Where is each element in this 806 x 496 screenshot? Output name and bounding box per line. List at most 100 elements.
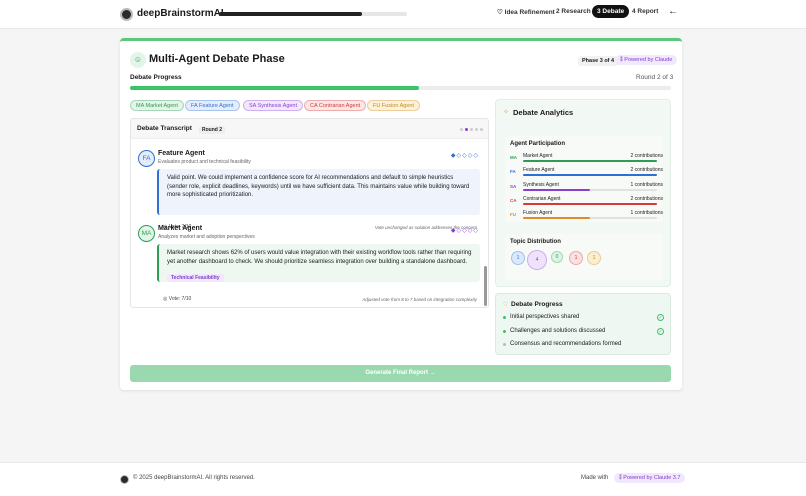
footer-logo-icon [120,475,129,484]
participation-bar-fill [523,188,590,191]
powered-badge: ⁑ Powered by Claude [615,55,678,65]
message-text: Market research shows 62% of users would… [167,250,472,265]
agent-chip-name: Contrarian Agent [318,103,361,109]
progress-item: Consensus and recommendations formed [510,341,622,347]
agent-role: Analyzes market and adoption perspective… [158,234,255,240]
progress-panel: ♡ Debate Progress Initial perspectives s… [495,293,671,355]
agent-chip-name: Fusion Agent [381,103,414,109]
agent-chip[interactable]: CA Contrarian Agent [304,100,367,111]
overall-progress-fill [219,12,362,16]
footer-powered-label: Powered by Claude 3.7 [623,475,681,481]
progress-item: Challenges and solutions discussed [510,327,606,334]
lightbulb-icon: ♡ [503,302,509,308]
topic-tag: Technical Feasibility [167,274,224,283]
topic-bubble: 0 [551,251,563,263]
participation-count: 2 contributions [630,195,663,202]
top-bar: deepBrainstormAI ♡ Idea Refinement 2 Res… [0,0,806,29]
debate-progress-label: Debate Progress [130,74,182,81]
participation-name: Synthesis Agent [523,181,559,188]
rating-stars: ◆◇◇◇◇ [450,153,479,159]
participation-row: MA Market Agent 2 contributions [505,153,663,167]
transcript-round: Round 2 [199,126,225,134]
made-with-label: Made with [581,475,609,481]
users-icon: ☺ [130,52,146,68]
round-dot[interactable] [480,128,483,131]
agent-name: Market Agent [158,225,203,232]
topic-bubble: 1 [511,251,525,265]
check-icon: ✓ [657,327,664,335]
footer-powered-badge: ⁑ Powered by Claude 3.7 [614,473,686,483]
agent-chip-name: Synthesis Agent [257,103,298,109]
lightbulb-icon: ♡ [497,9,503,16]
generate-report-label: Generate Final Report [365,370,428,376]
message-text: Valid point. We could implement a confid… [167,175,470,199]
agent-chip[interactable]: MA Market Agent [130,100,184,111]
vote-label: Vote: 7/10 [168,296,192,302]
nav-debate[interactable]: 3 Debate [592,5,630,18]
participation-count: 1 contributions [630,181,663,188]
status-dot [503,343,506,346]
participation-bar-fill [523,160,657,162]
sparkle-icon: ⁑ [619,475,622,481]
round-dot[interactable] [470,128,473,131]
round-dot[interactable] [460,128,463,131]
logo-icon [120,8,133,21]
participation-bar [523,160,657,162]
page-title: Multi-Agent Debate Phase [149,53,285,65]
participation-name: Feature Agent [523,167,555,174]
participation-name: Market Agent [523,153,553,159]
participation-bar-fill [523,174,657,177]
debate-progress-fill [130,86,420,90]
participation-count: 1 contributions [630,210,663,217]
phase-badge: Phase 3 of 4 [578,56,619,66]
agent-chip[interactable]: FU Fusion Agent [367,100,420,111]
participation-row: SA Synthesis Agent 1 contributions [505,182,663,196]
message-bubble: Valid point. We could implement a confid… [157,169,480,215]
rating-stars: ◆◇◇◇◇ [450,228,479,234]
generate-report-button[interactable]: Generate Final Report → [130,365,671,382]
agent-chip-name: Market Agent [145,103,178,109]
brand-name: deepBrainstormAI [137,8,224,19]
debate-transcript: Debate Transcript Round 2 FA Feature Age… [130,118,489,308]
debate-progress-bar [130,86,671,90]
transcript-title: Debate Transcript [137,125,192,132]
message-bubble: Market research shows 62% of users would… [157,244,480,283]
progress-item: Initial perspectives shared [510,314,580,320]
participation-bar [523,202,657,205]
participation-bar [523,217,657,220]
participation-name: Contrarian Agent [523,195,561,202]
round-dot[interactable] [475,128,478,131]
participation-abbr: FA [510,169,516,175]
participation-box: Agent Participation MA Market Agent 2 cont… [505,136,663,222]
participation-title: Agent Participation [510,141,566,147]
participation-abbr: FU [510,212,516,218]
check-icon: ✓ [657,314,664,321]
transcript-scrollbar[interactable] [484,266,487,306]
topic-title: Topic Distribution [510,239,561,245]
topic-bubble: 1 [569,251,583,265]
nav-report[interactable]: 4 Report [632,8,658,15]
analytics-title: Debate Analytics [513,108,574,117]
participation-bar-fill [523,202,657,205]
participation-count: 2 contributions [630,167,663,174]
vote-info: ◎ Vote: 7/10 [163,296,191,302]
participation-bar [523,174,657,177]
agent-chip[interactable]: SA Synthesis Agent [243,100,304,111]
analytics-panel: ✧ Debate Analytics Agent Participation M… [495,99,671,287]
nav-idea-refinement[interactable]: ♡ Idea Refinement [497,8,555,16]
agent-chip[interactable]: FA Feature Agent [185,100,240,111]
powered-label: Powered by Claude [624,57,673,63]
copyright: © 2025 deepBrainstormAI. All rights rese… [133,475,255,481]
nav-label: Idea Refinement [504,9,555,16]
arrow-left-icon[interactable]: ← [668,6,678,17]
topic-bubble: 4 [527,250,547,270]
participation-name: Fusion Agent [523,210,553,217]
agent-chip-abbr: MA [136,103,144,109]
nav-research[interactable]: 2 Research [556,8,591,15]
topic-bubble: 1 [587,251,601,265]
round-dot-active[interactable] [465,128,468,131]
agent-name: Feature Agent [158,150,205,157]
sparkle-icon: ⁑ [620,57,623,63]
participation-row: FA Feature Agent 2 contributions [505,167,663,181]
vote-icon: ◎ [163,296,168,302]
